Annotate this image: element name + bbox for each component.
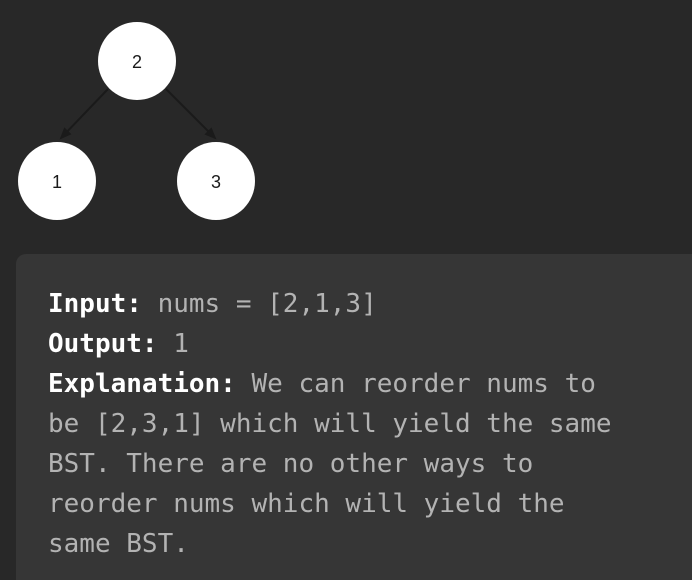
tree-node-right-label: 3 [211, 172, 221, 192]
input-value: nums = [2,1,3] [141, 289, 377, 319]
explanation-text-1: We can reorder nums to [235, 369, 596, 399]
explanation-line-4: reorder nums which will yield the [48, 489, 565, 519]
explanation-line-5: same BST. [48, 529, 189, 559]
example-block: Input: nums = [2,1,3] Output: 1 Explanat… [16, 254, 692, 580]
edge-root-to-right [165, 88, 217, 140]
output-label: Output: [48, 329, 158, 359]
explanation-line-2: be [2,3,1] which will yield the same [48, 409, 612, 439]
explanation-line-3: BST. There are no other ways to [48, 449, 534, 479]
tree-node-root-label: 2 [132, 52, 142, 72]
explanation-label: Explanation: [48, 369, 236, 399]
input-line: Input: nums = [2,1,3] [48, 284, 692, 324]
edge-root-to-left [59, 88, 109, 140]
tree-node-left-label: 1 [52, 172, 62, 192]
input-label: Input: [48, 289, 142, 319]
output-value: 1 [157, 329, 189, 359]
tree-node-root: 2 [98, 22, 176, 100]
output-line: Output: 1 [48, 324, 692, 364]
tree-node-left: 1 [18, 142, 96, 220]
tree-node-right: 3 [177, 142, 255, 220]
bst-diagram: 2 1 3 [18, 22, 255, 220]
explanation-line-1: Explanation: We can reorder nums to [48, 364, 692, 404]
